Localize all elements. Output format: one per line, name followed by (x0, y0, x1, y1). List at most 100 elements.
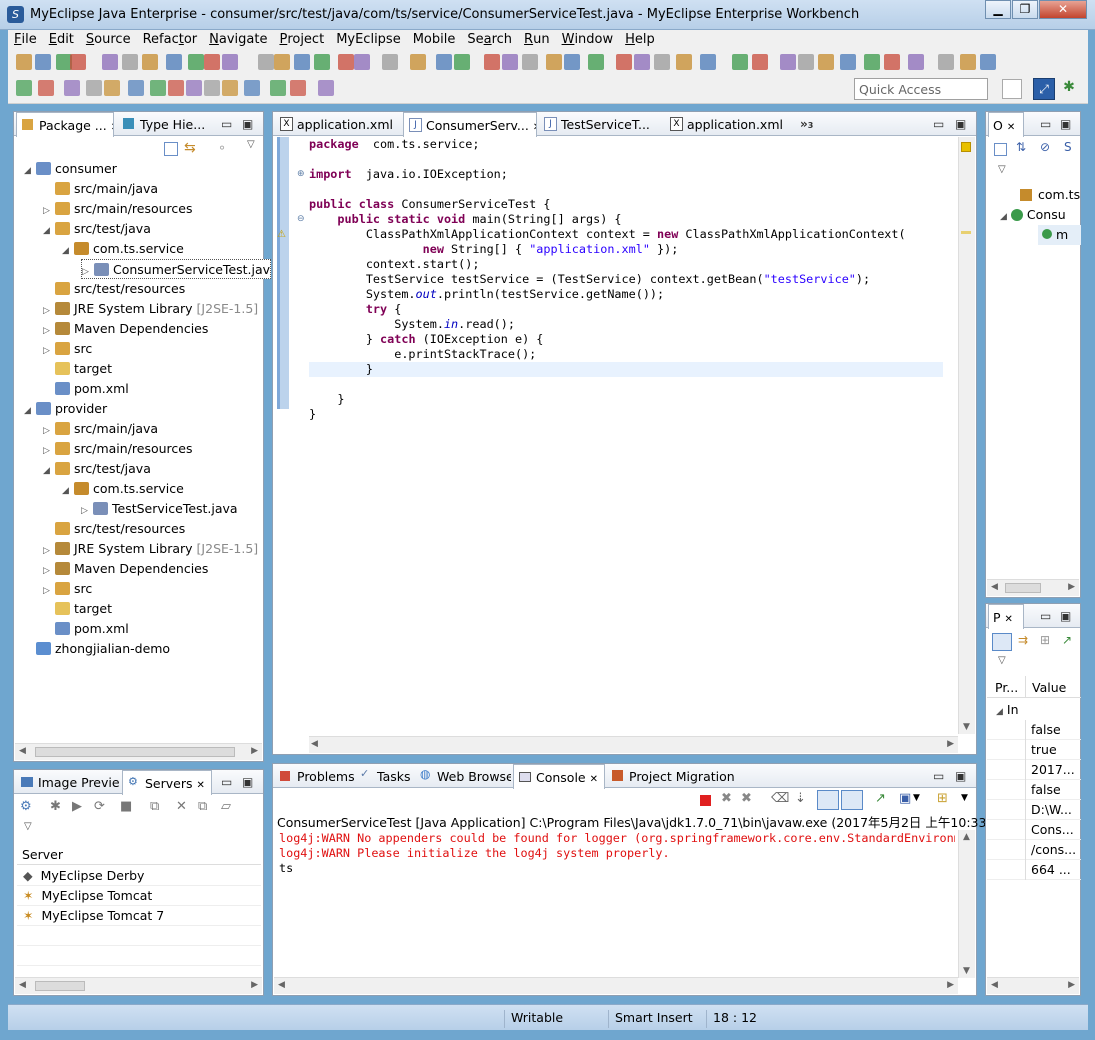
maximize-icon[interactable]: ▣ (955, 117, 966, 131)
tab-consumer-service-test[interactable]: J ConsumerServ... ✕ (403, 112, 537, 137)
toolbar-button-icon[interactable] (16, 54, 32, 70)
tree-item[interactable]: ▷ JRE System Library [J2SE-1.5] (43, 539, 258, 559)
expand-arrow-icon[interactable]: ▷ (43, 301, 55, 321)
tab-application-xml-2[interactable]: Xapplication.xml (665, 112, 789, 136)
toolbar-button-icon[interactable] (102, 54, 118, 70)
server-row[interactable]: ✶ MyEclipse Tomcat 7 (17, 906, 261, 926)
remove-all-terminated-icon[interactable]: ✖ (741, 791, 752, 806)
maximize-icon[interactable]: ▣ (242, 117, 253, 131)
menu-item[interactable]: Search (461, 30, 518, 47)
tree-item[interactable]: ▷ src/main/resources (43, 439, 192, 459)
tree-item[interactable]: ▷ src (43, 579, 92, 599)
tree-item[interactable]: ▷ TestServiceTest.java (81, 499, 238, 519)
toolbar-button-icon[interactable] (454, 54, 470, 70)
expand-arrow-icon[interactable]: ▷ (81, 501, 93, 521)
tab-properties[interactable]: P ✕ (988, 604, 1024, 629)
show-on-stderr-icon[interactable] (841, 790, 863, 810)
menu-item[interactable]: Window (556, 30, 620, 47)
restore-default-icon[interactable]: ⊞ (1040, 633, 1050, 647)
server-debug-icon[interactable]: ✱ (50, 799, 61, 814)
toolbar-button-icon[interactable] (150, 80, 166, 96)
minimize-button[interactable]: ▁ (985, 0, 1011, 19)
tree-item[interactable]: pom.xml (43, 619, 129, 639)
menu-item[interactable]: Source (80, 30, 137, 47)
toolbar-button-icon[interactable] (522, 54, 538, 70)
toolbar-button-icon[interactable] (270, 80, 286, 96)
toolbar-button-icon[interactable] (654, 54, 670, 70)
toolbar-button-icon[interactable] (616, 54, 632, 70)
sort-icon[interactable]: ⇅ (1016, 140, 1026, 154)
close-icon[interactable]: ✕ (1005, 614, 1013, 625)
menu-item[interactable]: Project (273, 30, 330, 47)
maximize-icon[interactable]: ▣ (1060, 609, 1071, 623)
property-row[interactable]: true (987, 740, 1081, 760)
toolbar-button-icon[interactable] (258, 54, 274, 70)
toolbar-button-icon[interactable] (436, 54, 452, 70)
tree-item[interactable]: ▷ JRE System Library [J2SE-1.5] (43, 299, 258, 319)
toolbar-button-icon[interactable] (780, 54, 796, 70)
show-categories-icon[interactable] (992, 633, 1012, 651)
toolbar-button-icon[interactable] (864, 54, 880, 70)
console-output[interactable]: log4j:WARN No appenders could be found f… (279, 831, 955, 971)
outline-item-method[interactable]: m (1038, 225, 1081, 245)
toolbar-button-icon[interactable] (86, 80, 102, 96)
toolbar-button-icon[interactable] (732, 54, 748, 70)
link-with-editor-icon[interactable]: ⇆ (184, 140, 196, 156)
view-menu-icon[interactable]: ▼ (961, 793, 968, 803)
console-vertical-scrollbar[interactable]: ▲ ▼ (958, 830, 975, 978)
publish-icon[interactable]: ⧉ (150, 799, 159, 814)
quick-access-input[interactable]: Quick Access (854, 78, 988, 100)
tab-console[interactable]: Console ✕ (513, 764, 605, 789)
maximize-icon[interactable]: ▣ (955, 769, 966, 783)
expand-arrow-icon[interactable]: ◢ (24, 161, 36, 181)
menu-item[interactable]: File (8, 30, 43, 47)
horizontal-scrollbar[interactable]: ◀ ▶ (15, 743, 262, 760)
toolbar-button-icon[interactable] (382, 54, 398, 70)
tab-servers[interactable]: ⚙ Servers ✕ (122, 770, 212, 795)
tab-application-xml[interactable]: Xapplication.xml (275, 112, 399, 136)
myeclipse-perspective-icon[interactable]: ⤢ (1033, 78, 1055, 100)
toolbar-button-icon[interactable] (186, 80, 202, 96)
toolbar-button-icon[interactable] (410, 54, 426, 70)
toolbar-button-icon[interactable] (960, 54, 976, 70)
toolbar-button-icon[interactable] (484, 54, 500, 70)
tree-item[interactable]: ▷ Maven Dependencies (43, 319, 208, 339)
toolbar-button-icon[interactable] (338, 54, 354, 70)
toolbar-button-icon[interactable] (142, 54, 158, 70)
view-menu-icon[interactable]: ▽ (998, 164, 1006, 175)
more-tabs-button[interactable]: »3 (800, 117, 813, 131)
menu-item[interactable]: Navigate (203, 30, 273, 47)
menu-item[interactable]: Refactor (137, 30, 204, 47)
toolbar-button-icon[interactable] (700, 54, 716, 70)
tab-problems[interactable]: Problems (275, 764, 355, 788)
profile-server-icon[interactable]: ⟳ (94, 799, 105, 814)
horizontal-scrollbar[interactable]: ◀ ▶ (987, 977, 1079, 994)
toolbar-button-icon[interactable] (188, 54, 204, 70)
tree-item[interactable]: ▷ Maven Dependencies (43, 559, 208, 579)
toolbar-button-icon[interactable] (354, 54, 370, 70)
hide-fields-icon[interactable]: ⊘ (1040, 140, 1050, 154)
close-icon[interactable]: ✕ (111, 122, 113, 133)
property-row[interactable]: 2017... (987, 760, 1081, 780)
expand-arrow-icon[interactable]: ▷ (43, 441, 55, 461)
pin-icon[interactable]: ↗ (1062, 633, 1072, 647)
property-row[interactable]: D:\W... (987, 800, 1081, 820)
minimize-icon[interactable]: ▭ (221, 775, 232, 789)
horizontal-scrollbar[interactable]: ◀ ▶ (15, 977, 262, 994)
toolbar-button-icon[interactable] (222, 54, 238, 70)
tree-item[interactable]: ◢ consumer (24, 159, 117, 179)
tab-tasks[interactable]: ✓ Tasks (355, 764, 417, 788)
expand-arrow-icon[interactable]: ▷ (43, 541, 55, 561)
show-on-stdout-icon[interactable] (817, 790, 839, 810)
tree-item[interactable]: ▷ src/main/resources (43, 199, 192, 219)
tree-item[interactable]: ◢ com.ts.service (62, 479, 184, 499)
toolbar-button-icon[interactable] (64, 80, 80, 96)
outline-item-class[interactable]: ◢ Consu (1000, 207, 1066, 222)
toolbar-button-icon[interactable] (634, 54, 650, 70)
expand-arrow-icon[interactable]: ◢ (62, 481, 74, 501)
toolbar-button-icon[interactable] (752, 54, 768, 70)
tab-outline[interactable]: O ✕ (988, 112, 1024, 137)
tree-item[interactable]: ▷ ConsumerServiceTest.jav (81, 259, 272, 279)
close-icon[interactable]: ✕ (1007, 122, 1015, 133)
close-button[interactable]: ✕ (1039, 0, 1087, 19)
